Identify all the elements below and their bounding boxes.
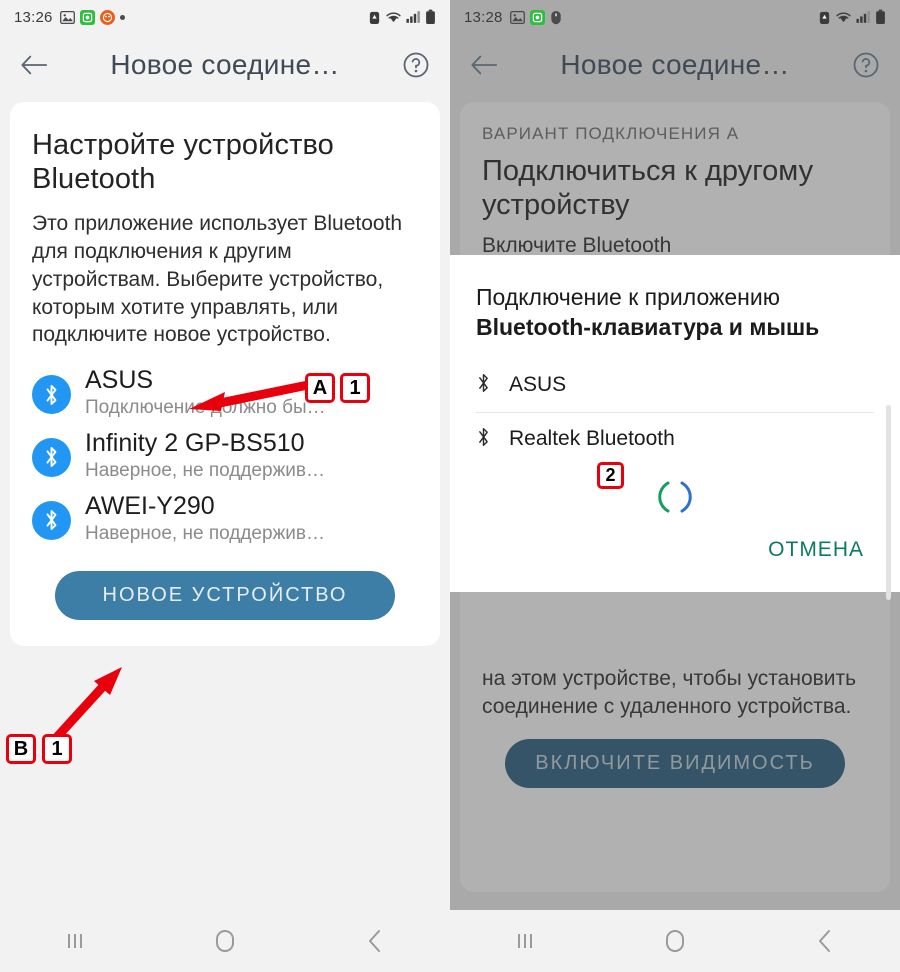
alarm-icon xyxy=(818,10,831,25)
page-title: Новое соедине… xyxy=(110,49,340,80)
card-eyebrow: ВАРИАНТ ПОДКЛЮЧЕНИЯ А xyxy=(482,124,740,143)
app-bar: Новое соедине… xyxy=(450,34,900,96)
device-subtitle: Наверное, не поддержив… xyxy=(85,522,325,544)
card-body-text: Это приложение использует Bluetooth для … xyxy=(32,212,403,347)
status-bar: 13:26 xyxy=(0,0,450,34)
list-item[interactable]: ASUS xyxy=(476,359,874,412)
device-name: Realtek Bluetooth xyxy=(509,427,675,451)
pairing-dialog: Подключение к приложению Bluetooth-клави… xyxy=(450,255,900,600)
bluetooth-icon xyxy=(32,375,71,415)
signal-icon xyxy=(856,10,871,24)
signal-icon xyxy=(406,10,421,24)
wifi-icon xyxy=(385,10,402,24)
back-chevron-icon[interactable] xyxy=(345,921,405,961)
status-bar-time: 13:28 xyxy=(464,8,503,26)
recents-icon[interactable] xyxy=(495,921,555,961)
page-title: Новое соедине… xyxy=(560,49,790,80)
battery-icon xyxy=(875,9,886,25)
dot-icon xyxy=(119,14,125,20)
home-icon[interactable] xyxy=(195,921,255,961)
device-name: Infinity 2 GP-BS510 xyxy=(85,428,305,457)
status-bar-time: 13:26 xyxy=(14,8,53,26)
marker-2: 2 xyxy=(597,462,624,489)
orange-app-badge-icon xyxy=(99,9,115,25)
bluetooth-setup-card: Настройте устройство Bluetooth Это прило… xyxy=(10,102,440,647)
recents-icon[interactable] xyxy=(45,921,105,961)
green-app-badge-icon xyxy=(529,9,545,25)
battery-icon xyxy=(425,9,436,25)
card-heading: Подключиться к другому устройству xyxy=(482,155,814,222)
bluetooth-icon xyxy=(32,500,71,540)
back-button[interactable] xyxy=(14,45,54,85)
right-phone-screen: 13:28 Новое соедине… ВАРИАНТ ПОДКЛЮЧЕНИЯ… xyxy=(450,0,900,972)
help-button[interactable] xyxy=(396,45,436,85)
home-icon[interactable] xyxy=(645,921,705,961)
dialog-device-list: ASUS Realtek Bluetooth xyxy=(476,359,874,466)
gallery-icon xyxy=(59,10,75,24)
android-nav-bar xyxy=(0,910,450,972)
list-item[interactable]: Infinity 2 GP-BS510 Наверное, не поддерж… xyxy=(32,424,418,487)
android-nav-bar xyxy=(450,910,900,972)
card-heading: Настройте устройство Bluetooth xyxy=(32,129,334,196)
left-phone-screen: 13:26 Новое соедине… Настройте устройств… xyxy=(0,0,450,972)
list-item[interactable]: Realtek Bluetooth xyxy=(476,411,874,466)
marker-a-step: 1 xyxy=(340,373,370,403)
device-name: AWEI-Y290 xyxy=(85,491,215,520)
green-app-badge-icon xyxy=(79,9,95,25)
gallery-icon xyxy=(509,10,525,24)
mouse-icon xyxy=(550,10,562,25)
list-item[interactable]: AWEI-Y290 Наверное, не поддержив… xyxy=(32,487,418,550)
arrow-left-icon xyxy=(21,55,48,75)
marker-b: B xyxy=(6,734,36,764)
bluetooth-icon xyxy=(32,437,71,477)
vertical-scrollbar[interactable] xyxy=(886,405,891,600)
wifi-icon xyxy=(835,10,852,24)
marker-a: A xyxy=(305,373,335,403)
arrow-left-icon xyxy=(471,55,498,75)
loading-spinner xyxy=(476,466,874,528)
device-name: ASUS xyxy=(509,373,567,397)
app-bar: Новое соедине… xyxy=(0,34,450,96)
marker-b-step: 1 xyxy=(42,734,72,764)
enable-visibility-button[interactable]: ВКЛЮЧИТЕ ВИДИМОСТЬ xyxy=(505,739,845,789)
help-circle-icon xyxy=(853,52,879,78)
alarm-icon xyxy=(368,10,381,25)
device-subtitle: Наверное, не поддержив… xyxy=(85,459,325,481)
bluetooth-icon xyxy=(476,372,491,399)
back-button[interactable] xyxy=(464,45,504,85)
help-circle-icon xyxy=(403,52,429,78)
dialog-title: Подключение к приложению Bluetooth-клави… xyxy=(476,283,874,343)
back-chevron-icon[interactable] xyxy=(795,921,855,961)
new-device-button[interactable]: НОВОЕ УСТРОЙСТВО xyxy=(55,571,395,621)
card-body-visible: на этом устройстве, чтобы установить сое… xyxy=(482,667,857,719)
help-button[interactable] xyxy=(846,45,886,85)
status-bar: 13:28 xyxy=(450,0,900,34)
cancel-button[interactable]: ОТМЕНА xyxy=(764,532,868,568)
dialog-title-regular: Подключение к приложению xyxy=(476,284,780,310)
dialog-title-bold: Bluetooth-клавиатура и мышь xyxy=(476,313,820,340)
bluetooth-icon xyxy=(476,426,491,453)
